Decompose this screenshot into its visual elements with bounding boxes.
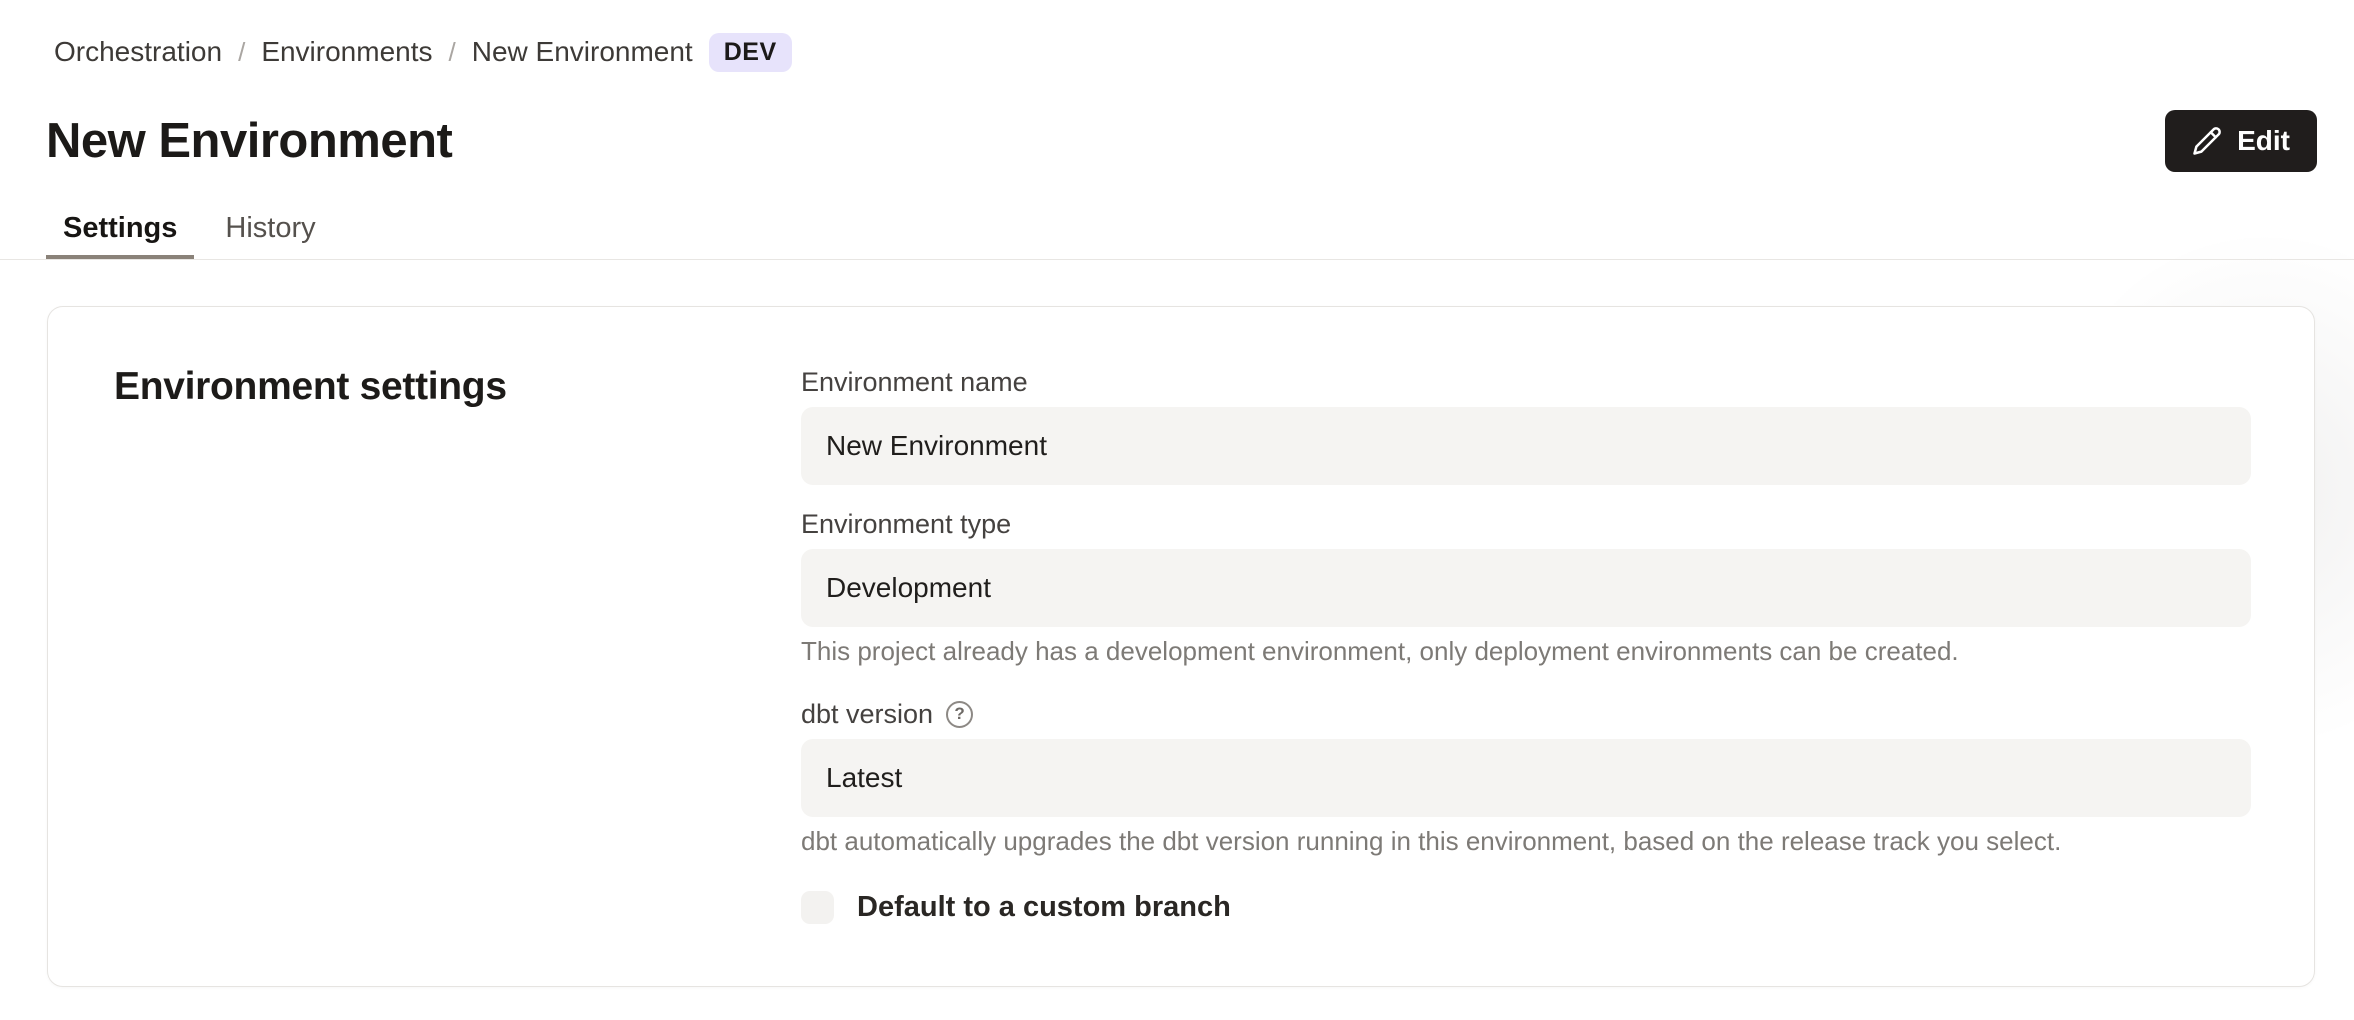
card-heading: Environment settings <box>114 365 507 409</box>
tab-bar-divider <box>0 259 2354 260</box>
settings-form: Environment name Environment type This p… <box>801 365 2251 924</box>
custom-branch-checkbox[interactable] <box>801 891 834 924</box>
environment-name-input[interactable] <box>801 407 2251 485</box>
environment-type-helper-text: This project already has a development e… <box>801 635 2251 667</box>
dbt-version-label: dbt version ? <box>801 697 2251 731</box>
dbt-version-helper-text: dbt automatically upgrades the dbt versi… <box>801 825 2251 857</box>
environment-name-field-group: Environment name <box>801 365 2251 485</box>
environment-type-field-group: Environment type This project already ha… <box>801 507 2251 667</box>
environment-type-label: Environment type <box>801 507 2251 541</box>
custom-branch-row: Default to a custom branch <box>801 891 2251 924</box>
dbt-version-input[interactable] <box>801 739 2251 817</box>
dbt-version-field-group: dbt version ? dbt automatically upgrades… <box>801 697 2251 857</box>
tab-bar: Settings History <box>46 211 333 260</box>
help-icon[interactable]: ? <box>946 701 973 728</box>
environment-settings-page: Orchestration / Environments / New Envir… <box>0 0 2354 1020</box>
breadcrumb-separator: / <box>449 37 456 68</box>
pencil-icon <box>2192 126 2222 156</box>
breadcrumb-new-environment: New Environment <box>472 36 693 68</box>
environment-settings-card: Environment settings Environment name En… <box>47 306 2315 987</box>
tab-settings[interactable]: Settings <box>46 211 194 260</box>
breadcrumb-orchestration[interactable]: Orchestration <box>54 36 222 68</box>
environment-name-label: Environment name <box>801 365 2251 399</box>
breadcrumb-separator: / <box>238 37 245 68</box>
tab-history[interactable]: History <box>208 211 332 260</box>
title-row: New Environment Edit <box>46 110 2317 172</box>
custom-branch-label: Default to a custom branch <box>857 891 1231 924</box>
breadcrumb-environments[interactable]: Environments <box>261 36 432 68</box>
dev-badge: DEV <box>709 33 792 72</box>
edit-button-label: Edit <box>2237 125 2290 157</box>
edit-button[interactable]: Edit <box>2165 110 2317 172</box>
breadcrumb: Orchestration / Environments / New Envir… <box>54 32 792 72</box>
dbt-version-label-text: dbt version <box>801 697 933 731</box>
page-title: New Environment <box>46 113 452 169</box>
environment-type-input[interactable] <box>801 549 2251 627</box>
